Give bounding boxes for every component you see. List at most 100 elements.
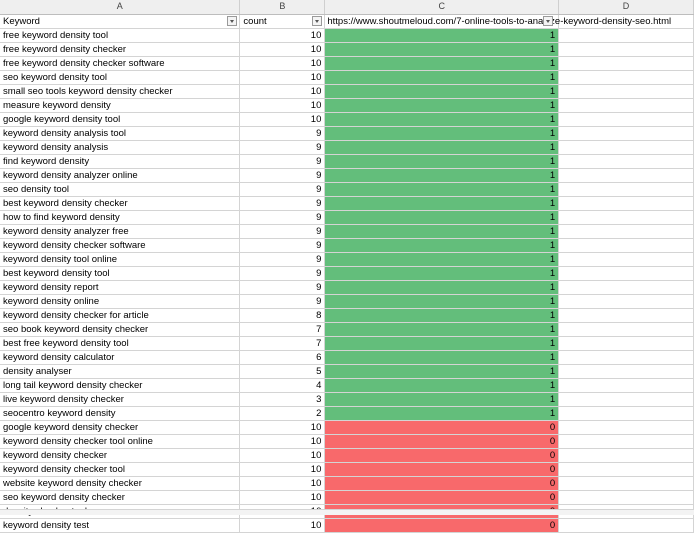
count-cell[interactable]: 10 bbox=[239, 476, 326, 491]
empty-cell[interactable] bbox=[558, 378, 694, 393]
count-cell[interactable]: 9 bbox=[239, 280, 326, 295]
empty-cell[interactable] bbox=[558, 448, 694, 463]
empty-cell[interactable] bbox=[558, 462, 694, 477]
match-cell[interactable]: 1 bbox=[324, 406, 560, 421]
match-cell[interactable]: 1 bbox=[324, 280, 560, 295]
empty-cell[interactable] bbox=[558, 294, 694, 309]
keyword-cell[interactable]: seo density tool bbox=[0, 182, 241, 197]
keyword-cell[interactable]: best free keyword density tool bbox=[0, 336, 241, 351]
match-cell[interactable]: 1 bbox=[324, 294, 560, 309]
count-cell[interactable]: 10 bbox=[239, 112, 326, 127]
keyword-cell[interactable]: density analyser bbox=[0, 364, 241, 379]
match-cell[interactable]: 0 bbox=[324, 434, 560, 449]
match-cell[interactable]: 1 bbox=[324, 322, 560, 337]
match-cell[interactable]: 1 bbox=[324, 98, 560, 113]
match-cell[interactable]: 1 bbox=[324, 224, 560, 239]
empty-cell[interactable] bbox=[558, 490, 694, 505]
keyword-cell[interactable]: keyword density tool online bbox=[0, 252, 241, 267]
match-cell[interactable]: 0 bbox=[324, 518, 560, 533]
empty-cell[interactable] bbox=[558, 168, 694, 183]
count-cell[interactable]: 9 bbox=[239, 154, 326, 169]
count-cell[interactable]: 10 bbox=[239, 56, 326, 71]
empty-cell[interactable] bbox=[558, 308, 694, 323]
empty-cell[interactable] bbox=[558, 56, 694, 71]
count-cell[interactable]: 4 bbox=[239, 378, 326, 393]
count-cell[interactable]: 9 bbox=[239, 266, 326, 281]
empty-cell[interactable] bbox=[558, 238, 694, 253]
keyword-cell[interactable]: long tail keyword density checker bbox=[0, 378, 241, 393]
column-header-d[interactable]: D bbox=[558, 0, 694, 15]
keyword-header-cell[interactable]: Keyword bbox=[0, 14, 241, 29]
count-cell[interactable]: 8 bbox=[239, 308, 326, 323]
keyword-cell[interactable]: live keyword density checker bbox=[0, 392, 241, 407]
match-cell[interactable]: 1 bbox=[324, 196, 560, 211]
match-cell[interactable]: 1 bbox=[324, 28, 560, 43]
keyword-cell[interactable]: keyword density checker for article bbox=[0, 308, 241, 323]
count-cell[interactable]: 9 bbox=[239, 182, 326, 197]
empty-cell[interactable] bbox=[558, 406, 694, 421]
count-cell[interactable]: 6 bbox=[239, 350, 326, 365]
match-cell[interactable]: 1 bbox=[324, 140, 560, 155]
keyword-cell[interactable]: keyword density checker bbox=[0, 448, 241, 463]
keyword-cell[interactable]: keyword density analyzer free bbox=[0, 224, 241, 239]
match-cell[interactable]: 0 bbox=[324, 462, 560, 477]
keyword-cell[interactable]: keyword density online bbox=[0, 294, 241, 309]
match-cell[interactable]: 1 bbox=[324, 350, 560, 365]
keyword-cell[interactable]: keyword density report bbox=[0, 280, 241, 295]
keyword-cell[interactable]: keyword density analysis bbox=[0, 140, 241, 155]
count-cell[interactable]: 7 bbox=[239, 322, 326, 337]
count-cell[interactable]: 3 bbox=[239, 392, 326, 407]
match-cell[interactable]: 1 bbox=[324, 210, 560, 225]
empty-cell[interactable] bbox=[558, 518, 694, 533]
count-cell[interactable]: 10 bbox=[239, 70, 326, 85]
match-cell[interactable]: 1 bbox=[324, 168, 560, 183]
empty-cell[interactable] bbox=[558, 224, 694, 239]
count-cell[interactable]: 9 bbox=[239, 210, 326, 225]
match-cell[interactable]: 1 bbox=[324, 112, 560, 127]
count-cell[interactable]: 9 bbox=[239, 140, 326, 155]
match-cell[interactable]: 1 bbox=[324, 266, 560, 281]
count-cell[interactable]: 9 bbox=[239, 196, 326, 211]
match-cell[interactable]: 0 bbox=[324, 448, 560, 463]
count-cell[interactable]: 2 bbox=[239, 406, 326, 421]
keyword-cell[interactable]: google keyword density checker bbox=[0, 420, 241, 435]
empty-cell[interactable] bbox=[558, 28, 694, 43]
keyword-cell[interactable]: keyword density calculator bbox=[0, 350, 241, 365]
match-cell[interactable]: 1 bbox=[324, 42, 560, 57]
keyword-cell[interactable]: free keyword density tool bbox=[0, 28, 241, 43]
match-cell[interactable]: 1 bbox=[324, 126, 560, 141]
count-cell[interactable]: 9 bbox=[239, 126, 326, 141]
count-cell[interactable]: 9 bbox=[239, 168, 326, 183]
count-cell[interactable]: 10 bbox=[239, 518, 326, 533]
empty-cell[interactable] bbox=[558, 420, 694, 435]
match-cell[interactable]: 1 bbox=[324, 378, 560, 393]
keyword-cell[interactable]: keyword density checker tool bbox=[0, 462, 241, 477]
keyword-cell[interactable]: google keyword density tool bbox=[0, 112, 241, 127]
count-cell[interactable]: 5 bbox=[239, 364, 326, 379]
match-cell[interactable]: 1 bbox=[324, 336, 560, 351]
keyword-cell[interactable]: keyword density checker software bbox=[0, 238, 241, 253]
keyword-cell[interactable]: website keyword density checker bbox=[0, 476, 241, 491]
keyword-cell[interactable]: small seo tools keyword density checker bbox=[0, 84, 241, 99]
count-cell[interactable]: 10 bbox=[239, 84, 326, 99]
empty-cell[interactable] bbox=[558, 392, 694, 407]
keyword-cell[interactable]: free keyword density checker software bbox=[0, 56, 241, 71]
url-header-cell[interactable]: https://www.shoutmeloud.com/7-online-too… bbox=[324, 14, 671, 29]
count-cell[interactable]: 7 bbox=[239, 336, 326, 351]
empty-cell[interactable] bbox=[558, 336, 694, 351]
filter-dropdown-icon[interactable] bbox=[227, 15, 238, 26]
match-cell[interactable]: 1 bbox=[324, 308, 560, 323]
empty-cell[interactable] bbox=[558, 322, 694, 337]
empty-cell[interactable] bbox=[558, 252, 694, 267]
empty-cell[interactable] bbox=[558, 182, 694, 197]
count-cell[interactable]: 10 bbox=[239, 420, 326, 435]
empty-cell[interactable] bbox=[558, 140, 694, 155]
column-header-c[interactable]: C bbox=[324, 0, 560, 15]
empty-cell[interactable] bbox=[558, 42, 694, 57]
empty-cell[interactable] bbox=[558, 98, 694, 113]
empty-cell[interactable] bbox=[558, 434, 694, 449]
keyword-cell[interactable]: seocentro keyword density bbox=[0, 406, 241, 421]
match-cell[interactable]: 1 bbox=[324, 392, 560, 407]
count-cell[interactable]: 10 bbox=[239, 434, 326, 449]
count-cell[interactable]: 10 bbox=[239, 42, 326, 57]
